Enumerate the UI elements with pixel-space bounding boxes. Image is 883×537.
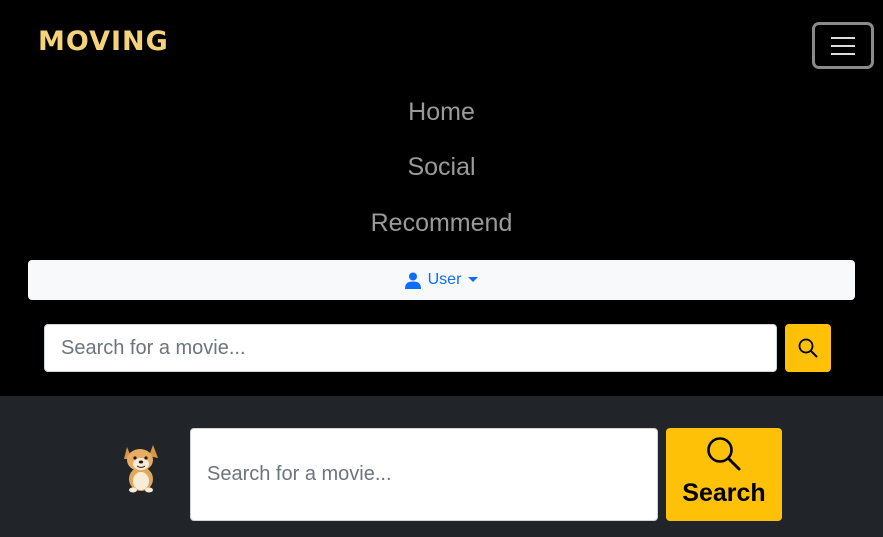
- nav-link-recommend[interactable]: Recommend: [0, 209, 883, 238]
- navbar-toggler-button[interactable]: [812, 22, 874, 69]
- hero-search-button-label: Search: [682, 479, 766, 507]
- hero-search-button[interactable]: Search: [666, 428, 782, 521]
- user-dropdown[interactable]: User: [28, 260, 855, 300]
- brand-logo[interactable]: MOVING: [38, 26, 169, 57]
- hero-search-input[interactable]: [190, 428, 658, 521]
- nav-link-home[interactable]: Home: [0, 98, 883, 127]
- doge-dog-icon: [124, 445, 158, 493]
- navbar-search-input[interactable]: [44, 324, 777, 372]
- search-icon: [707, 437, 741, 471]
- person-icon: [404, 272, 421, 289]
- nav-link-social[interactable]: Social: [0, 153, 883, 182]
- user-dropdown-label: User: [427, 271, 462, 288]
- caret-down-icon: [468, 276, 479, 282]
- search-icon: [798, 338, 818, 358]
- navbar-search-button[interactable]: [785, 324, 831, 372]
- navbar: MOVING Home Social Recommend User: [0, 0, 883, 396]
